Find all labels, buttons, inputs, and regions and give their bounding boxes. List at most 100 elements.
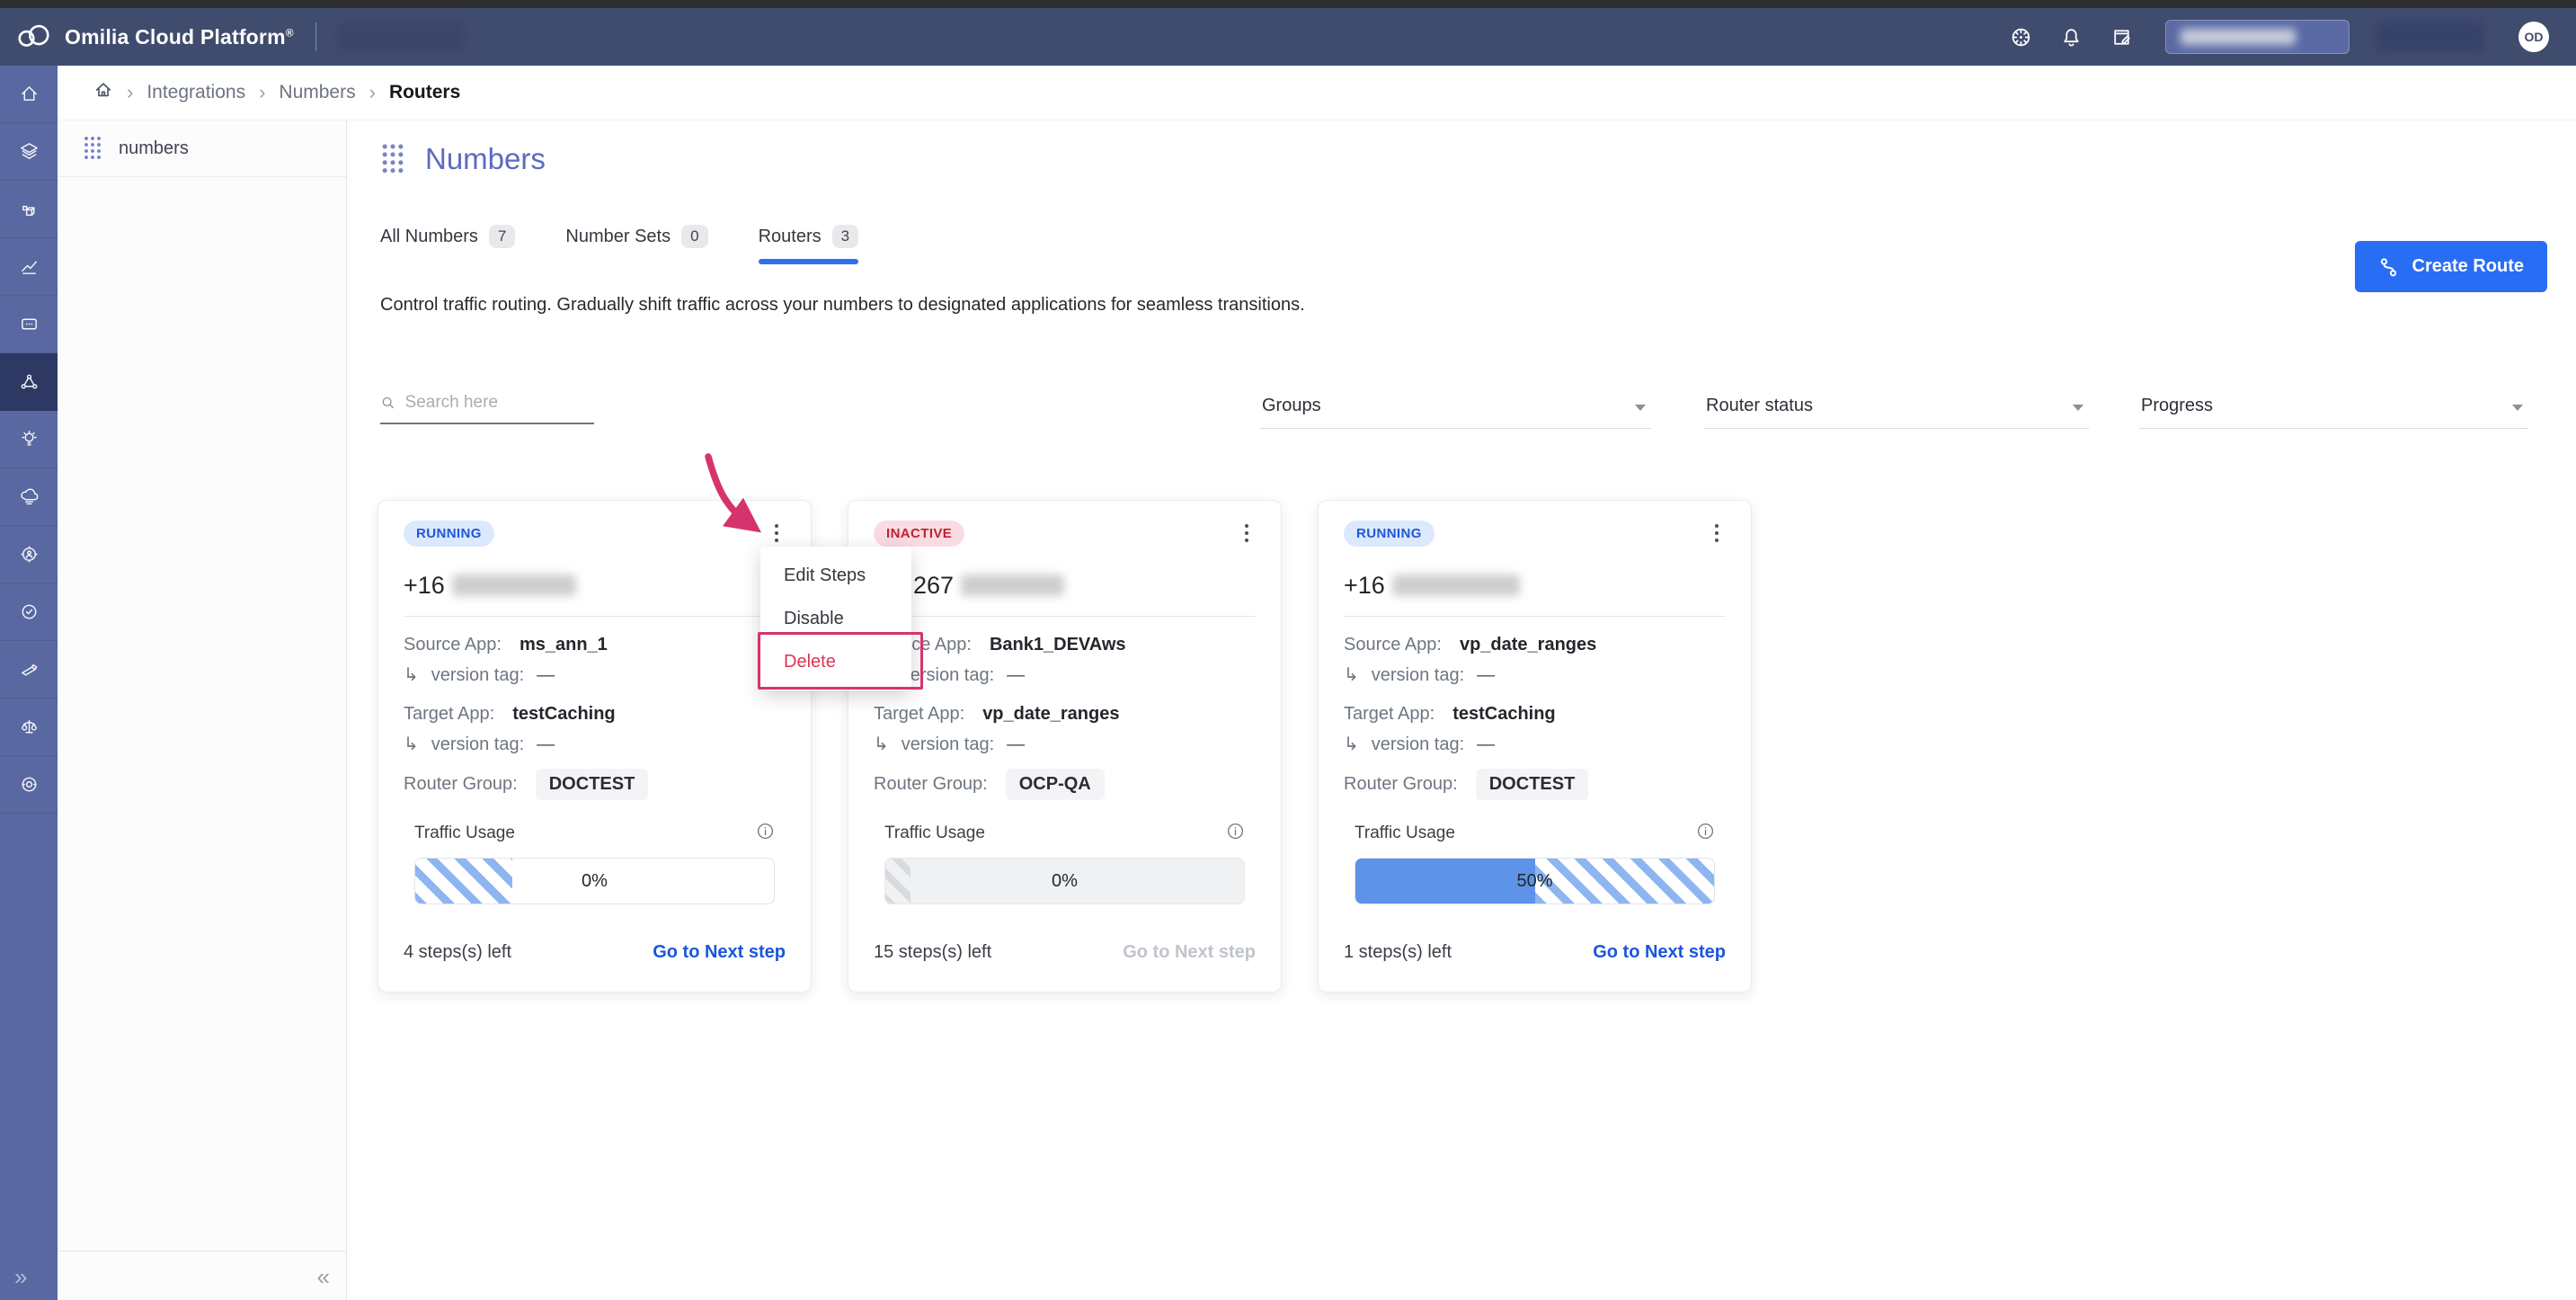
rail-item-records[interactable] (0, 756, 58, 814)
rail-item-insights[interactable] (0, 411, 58, 468)
brand: Omilia Cloud Platform® (14, 22, 294, 53)
router-status-select[interactable]: Router status (1704, 390, 2089, 429)
router-cards: RUNNING +16 Source App: ms_ann_1 ↳ version… (378, 500, 1752, 993)
toolbar: Groups Router status Progress (347, 390, 2576, 435)
version-tag-label: version tag: (1371, 665, 1465, 685)
home-icon (21, 86, 37, 101)
router-group-label: Router Group: (404, 774, 518, 794)
info-icon[interactable] (1226, 822, 1245, 845)
version-tag-label: version tag: (901, 735, 995, 754)
router-status-select-label: Router status (1706, 396, 1813, 415)
branch-arrow-icon: ↳ (404, 665, 419, 685)
tab-routers[interactable]: Routers 3 (758, 225, 859, 264)
create-route-button[interactable]: Create Route (2354, 241, 2547, 292)
redacted-phone-digits (961, 574, 1065, 596)
kebab-menu-button[interactable] (768, 521, 786, 546)
rail-item-admin[interactable] (0, 526, 58, 583)
rail-item-analytics[interactable] (0, 238, 58, 296)
panel-footer: « (58, 1251, 346, 1300)
source-app-value: vp_date_ranges (1459, 635, 1597, 654)
scale-icon (21, 720, 37, 734)
analytics-icon (21, 261, 37, 274)
version-tag-value: — (537, 665, 555, 685)
panel-collapse-chevron[interactable]: « (317, 1263, 330, 1291)
notifications-bell-icon[interactable] (2059, 25, 2083, 49)
tab-all-numbers[interactable]: All Numbers 7 (380, 225, 516, 264)
version-tag-value: — (1007, 735, 1026, 754)
kebab-menu-button[interactable] (1238, 521, 1256, 546)
breadcrumb-item-routers: Routers (388, 82, 461, 102)
rail-expand-chevron[interactable]: » (14, 1263, 27, 1291)
settings-cog-icon[interactable] (2009, 25, 2032, 49)
target-app-label: Target App: (404, 704, 495, 724)
divider (404, 616, 786, 617)
info-icon[interactable] (1696, 822, 1715, 845)
version-tag-label: version tag: (431, 735, 525, 754)
breadcrumb-item-integrations[interactable]: Integrations (147, 82, 245, 103)
chevron-down-icon (2512, 405, 2523, 411)
breadcrumb-home-icon[interactable] (93, 80, 113, 105)
router-group-label: Router Group: (1344, 774, 1458, 794)
rail-item-home[interactable] (0, 66, 58, 123)
menu-item-disable[interactable]: Disable (760, 597, 911, 640)
menu-item-delete[interactable]: Delete (760, 640, 911, 683)
traffic-usage-label: Traffic Usage (884, 824, 985, 842)
search-input[interactable] (403, 392, 594, 414)
rail-item-certification[interactable] (0, 583, 58, 641)
sidebar-item-numbers[interactable]: numbers (58, 120, 346, 177)
route-icon (2380, 257, 2396, 276)
go-to-next-step-link[interactable]: Go to Next step (653, 942, 786, 963)
progress-select[interactable]: Progress (2139, 390, 2528, 429)
search-box (380, 392, 594, 424)
cloud-icon (20, 488, 38, 505)
steps-left-text: 1 steps(s) left (1344, 942, 1452, 962)
steps-left-text: 15 steps(s) left (874, 942, 992, 962)
rail-item-dialogs[interactable] (0, 296, 58, 353)
target-app-value: testCaching (1452, 704, 1556, 724)
menu-item-edit-steps[interactable]: Edit Steps (760, 554, 911, 597)
target-app-label: Target App: (1344, 704, 1435, 724)
network-icon (21, 374, 37, 389)
breadcrumb: › Integrations › Numbers › Routers (58, 66, 2576, 120)
topbar-divider (315, 22, 316, 51)
traffic-usage-label: Traffic Usage (1355, 824, 1455, 842)
router-group-value: DOCTEST (535, 769, 649, 800)
version-tag-label: version tag: (1371, 735, 1465, 754)
create-route-label: Create Route (2412, 256, 2524, 276)
version-tag-label: version tag: (431, 665, 525, 685)
breadcrumb-item-numbers[interactable]: Numbers (279, 82, 355, 103)
account-selector[interactable] (2165, 20, 2349, 54)
page-description: Control traffic routing. Gradually shift… (380, 295, 1305, 315)
steps-left-text: 4 steps(s) left (404, 942, 512, 962)
traffic-usage-section: Traffic Usage 0% (404, 822, 786, 904)
progress-percent: 50% (1516, 870, 1553, 891)
rail-item-blocks[interactable] (0, 181, 58, 238)
info-icon[interactable] (756, 822, 775, 845)
user-avatar[interactable]: OD (2518, 22, 2549, 52)
rail-item-network-active[interactable] (0, 353, 58, 411)
main-content: Numbers All Numbers 7 Number Sets 0 Rout… (347, 120, 2576, 1300)
redacted-phone-digits (451, 574, 576, 596)
drag-grid-icon (382, 144, 404, 174)
phone-number: 267 (874, 571, 1256, 600)
phone-number: +16 (1344, 571, 1726, 600)
go-to-next-step-link[interactable]: Go to Next step (1593, 942, 1726, 963)
source-app-label: Source App: (404, 635, 502, 654)
branch-arrow-icon: ↳ (1344, 665, 1359, 685)
divider (874, 616, 1256, 617)
tab-number-sets[interactable]: Number Sets 0 (565, 225, 708, 264)
gear-user-icon (20, 546, 38, 563)
release-notes-icon[interactable] (2110, 25, 2133, 49)
kebab-menu-button[interactable] (1708, 521, 1726, 546)
target-app-value: vp_date_ranges (982, 704, 1120, 724)
brand-name: Omilia Cloud Platform® (65, 24, 294, 49)
traffic-usage-section: Traffic Usage 0% (874, 822, 1256, 904)
pen-tool-icon (21, 663, 37, 676)
groups-select[interactable]: Groups (1260, 390, 1651, 429)
rail-item-layers[interactable] (0, 123, 58, 181)
chat-icon (21, 318, 37, 330)
traffic-progress-bar: 50% (1355, 858, 1715, 904)
rail-item-cloud[interactable] (0, 468, 58, 526)
rail-item-tools[interactable] (0, 641, 58, 699)
rail-item-governance[interactable] (0, 699, 58, 756)
